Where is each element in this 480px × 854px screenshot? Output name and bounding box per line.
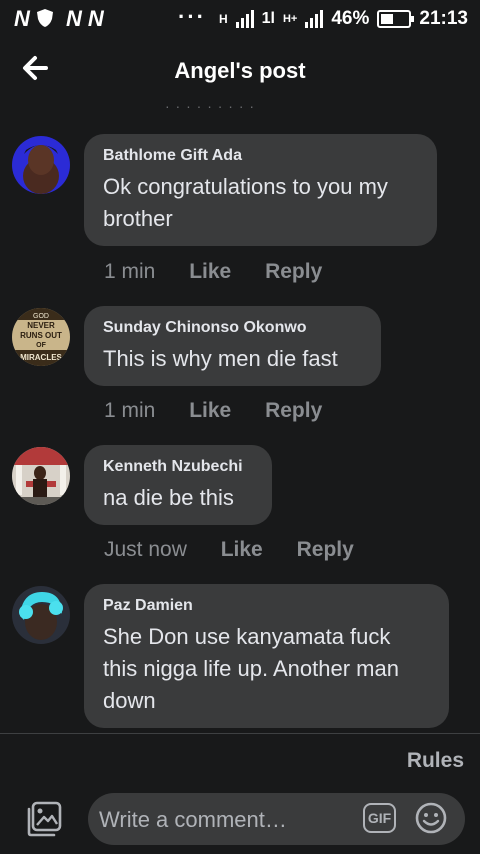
- avatar-text: MIRACLES: [20, 353, 62, 362]
- battery-percent: 46%: [331, 8, 370, 29]
- comment-bubble[interactable]: Sunday Chinonso Okonwo This is why men d…: [84, 306, 381, 386]
- like-button[interactable]: Like: [189, 399, 231, 422]
- shield-icon: [36, 9, 53, 27]
- gif-icon[interactable]: GIF: [363, 803, 396, 833]
- comment-bubble[interactable]: Kenneth Nzubechi na die be this: [84, 445, 272, 525]
- battery-icon: [377, 10, 415, 28]
- comment-author[interactable]: Bathlome Gift Ada: [103, 147, 417, 165]
- comment-actions: 1 min Like Reply: [104, 399, 350, 423]
- comment-composer: GIF: [88, 793, 465, 845]
- avatar[interactable]: [12, 136, 70, 194]
- comment-author[interactable]: Kenneth Nzubechi: [103, 458, 252, 476]
- emoji-icon[interactable]: [415, 802, 447, 834]
- avatar-image: [12, 447, 70, 505]
- comment-time: 1 min: [104, 399, 156, 422]
- avatar[interactable]: [12, 447, 70, 505]
- page-title: Angel's post: [174, 58, 306, 83]
- comment-actions: 1 min Like Reply: [104, 260, 350, 284]
- notification-icons: N NN: [14, 6, 110, 32]
- avatar-text: GOD: [33, 313, 49, 320]
- comment-time: 1 min: [104, 260, 156, 283]
- network-h-label: H: [218, 12, 228, 26]
- battery-level: [381, 14, 394, 24]
- status-indicators: H 1l H+ 46% 21:13: [219, 8, 468, 30]
- comment-bubble[interactable]: Paz Damien She Don use kanyamata fuck th…: [84, 584, 449, 728]
- status-bar: N NN ··· H 1l H+ 46% 21:13: [0, 0, 480, 36]
- like-button[interactable]: Like: [221, 538, 263, 561]
- rules-link[interactable]: Rules: [407, 749, 464, 773]
- like-button[interactable]: Like: [189, 260, 231, 283]
- more-notifications-icon: ···: [178, 4, 206, 29]
- comment-time: Just now: [104, 538, 187, 561]
- clock: 21:13: [419, 8, 468, 29]
- comment-bubble[interactable]: Bathlome Gift Ada Ok congratulations to …: [84, 134, 437, 246]
- comment-text: This is why men die fast: [103, 346, 338, 371]
- divider: [0, 733, 480, 734]
- avatar-image: GOD NEVER RUNS OUT OF MIRACLES: [12, 308, 70, 366]
- avatar-text: OF: [36, 342, 46, 349]
- comment-text: Ok congratulations to you my brother: [103, 174, 388, 231]
- comment-actions: Just now Like Reply: [104, 538, 382, 562]
- avatar[interactable]: [12, 586, 70, 644]
- comment-input[interactable]: [97, 805, 351, 835]
- network-hplus-label: H+: [282, 13, 298, 25]
- previous-comment-actions: · · · · · · · · ·: [165, 98, 256, 114]
- avatar-text: RUNS OUT: [20, 331, 62, 340]
- comment-text: She Don use kanyamata fuck this nigga li…: [103, 624, 399, 713]
- comment-author[interactable]: Sunday Chinonso Okonwo: [103, 319, 361, 337]
- notification-n-icon: N: [14, 6, 36, 31]
- reply-button[interactable]: Reply: [265, 399, 322, 422]
- comment-text: na die be this: [103, 485, 234, 510]
- avatar-image: [12, 136, 70, 194]
- data-transfer-icon: 1l: [261, 10, 275, 27]
- notification-n-icon: N: [66, 6, 88, 31]
- notification-n-icon: N: [87, 6, 110, 31]
- reply-button[interactable]: Reply: [265, 260, 322, 283]
- avatar-text: NEVER: [27, 321, 55, 330]
- signal-icon: [305, 10, 324, 28]
- signal-icon: [235, 10, 254, 28]
- photo-icon[interactable]: [26, 800, 64, 838]
- reply-button[interactable]: Reply: [297, 538, 354, 561]
- avatar[interactable]: GOD NEVER RUNS OUT OF MIRACLES: [12, 308, 70, 366]
- comment-author[interactable]: Paz Damien: [103, 597, 429, 615]
- avatar-image: [12, 586, 70, 644]
